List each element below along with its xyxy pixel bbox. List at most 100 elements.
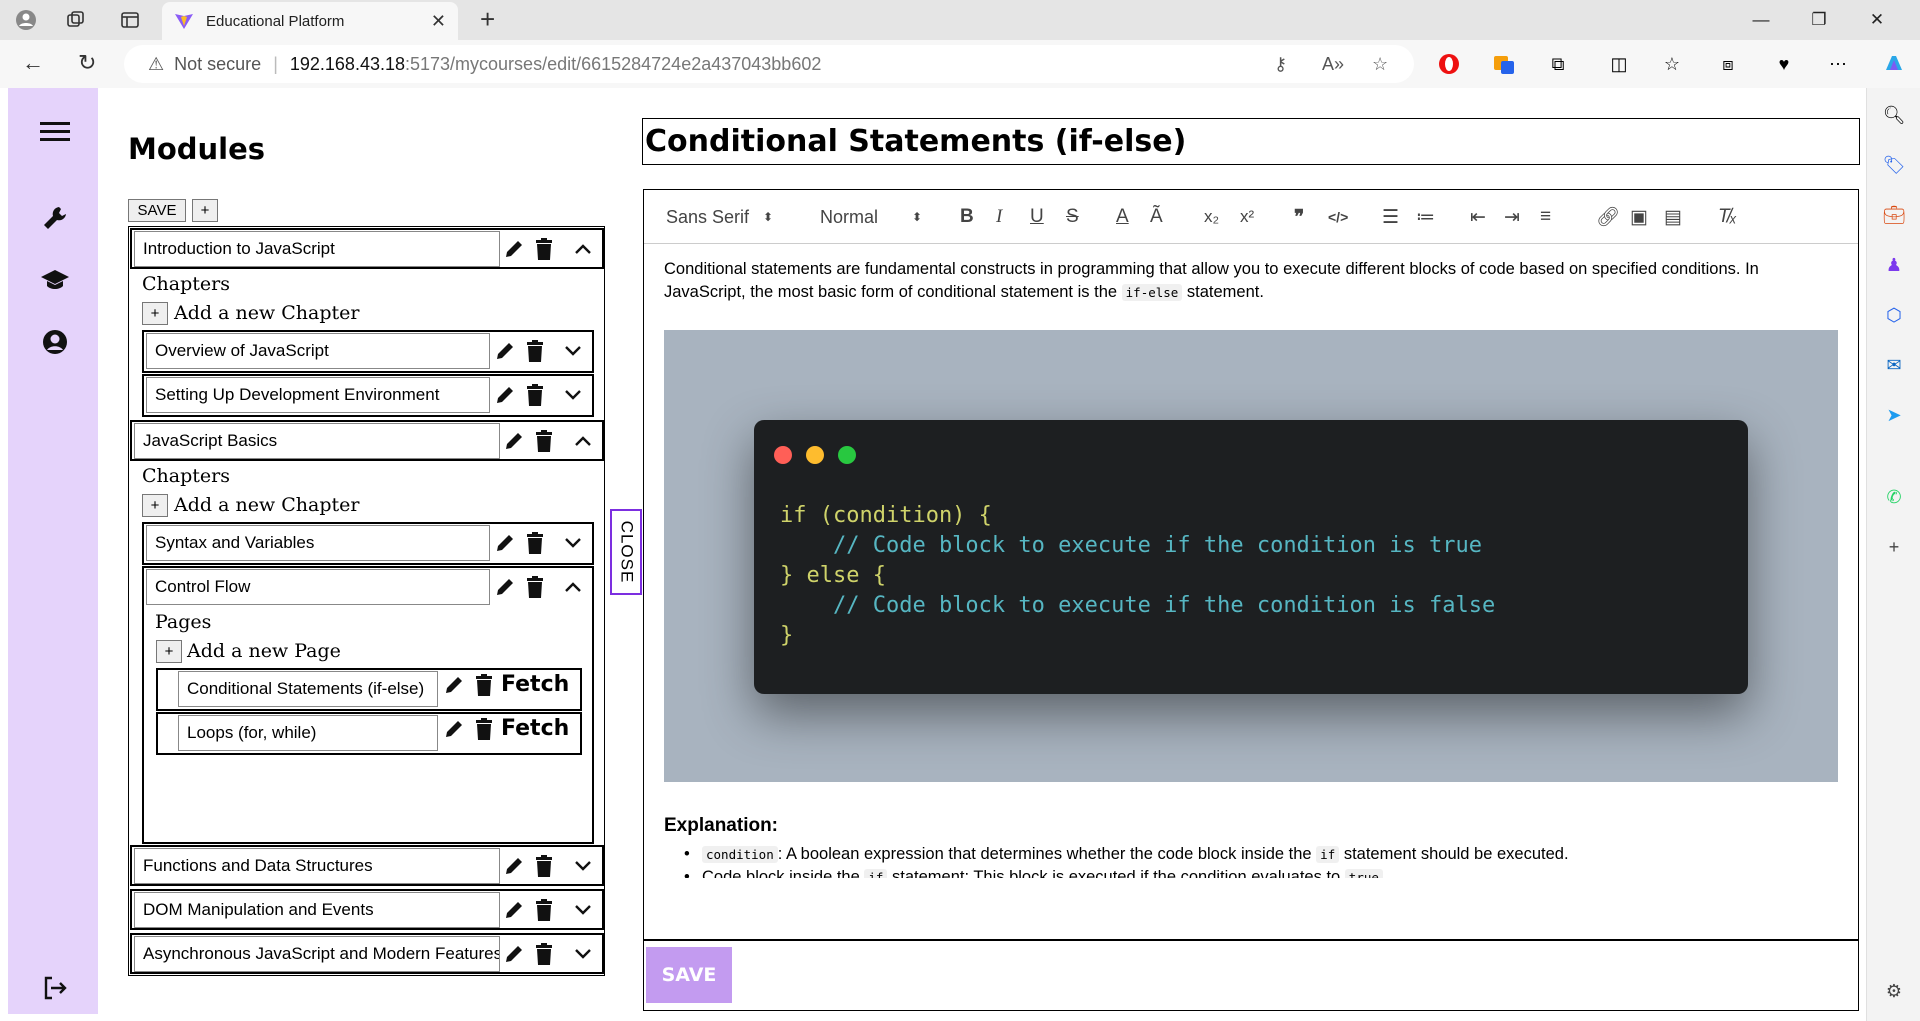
chevron-down-icon[interactable] xyxy=(570,897,596,923)
chapter-name-input[interactable]: Syntax and Variables xyxy=(146,525,490,561)
edit-pencil-icon[interactable] xyxy=(501,236,527,262)
save-page-button[interactable]: SAVE xyxy=(646,947,732,1003)
bullet-list-icon[interactable]: ≔ xyxy=(1416,204,1435,230)
workspaces-icon[interactable] xyxy=(64,8,88,32)
fetch-button[interactable]: Fetch xyxy=(501,716,569,741)
indent-icon[interactable]: ⇥ xyxy=(1504,204,1520,230)
align-icon[interactable]: ≡ xyxy=(1540,204,1551,230)
module-name-input[interactable]: Asynchronous JavaScript and Modern Featu… xyxy=(134,936,500,972)
shopping-tag-icon[interactable]: 🏷︎ xyxy=(1881,152,1907,178)
settings-gear-icon[interactable]: ⚙ xyxy=(1881,978,1907,1004)
add-chapter-button[interactable]: + xyxy=(142,302,168,325)
trash-icon[interactable] xyxy=(522,574,548,600)
send-icon[interactable]: ➤ xyxy=(1881,402,1907,428)
restore-icon[interactable]: ❐ xyxy=(1790,0,1848,40)
graduation-cap-icon[interactable] xyxy=(35,260,75,300)
chevron-down-icon[interactable] xyxy=(570,853,596,879)
trash-icon[interactable] xyxy=(531,853,557,879)
chapter-name-input[interactable]: Control Flow xyxy=(146,569,490,605)
module-name-input[interactable]: JavaScript Basics xyxy=(134,423,500,459)
collections-icon[interactable]: ⧈ xyxy=(1716,52,1740,76)
chevron-down-icon[interactable] xyxy=(560,530,586,556)
module-name-input[interactable]: DOM Manipulation and Events xyxy=(134,892,500,928)
edit-pencil-icon[interactable] xyxy=(492,338,518,364)
extensions-icon[interactable]: ⧉ xyxy=(1546,52,1570,76)
add-page-button[interactable]: + xyxy=(156,640,182,663)
page-name-input[interactable]: Loops (for, while) xyxy=(178,715,438,751)
trash-icon[interactable] xyxy=(522,338,548,364)
blockquote-icon[interactable]: ❞ xyxy=(1294,204,1304,230)
fetch-button[interactable]: Fetch xyxy=(501,672,569,697)
edit-pencil-icon[interactable] xyxy=(501,941,527,967)
video-icon[interactable]: ▤ xyxy=(1664,204,1682,230)
trash-icon[interactable] xyxy=(471,672,497,698)
outdent-icon[interactable]: ⇤ xyxy=(1470,204,1486,230)
code-block-icon[interactable]: </> xyxy=(1328,204,1348,230)
page-title-input[interactable]: Conditional Statements (if-else) xyxy=(642,118,1860,165)
favorites-icon[interactable]: ☆ xyxy=(1660,52,1684,76)
microsoft365-icon[interactable]: ⬡ xyxy=(1881,302,1907,328)
tab-actions-icon[interactable] xyxy=(118,8,142,32)
profile-icon[interactable] xyxy=(14,8,38,32)
browser-tab[interactable]: Educational Platform ✕ xyxy=(162,2,458,40)
link-icon[interactable]: 🔗︎ xyxy=(1596,204,1620,230)
module-name-input[interactable]: Functions and Data Structures xyxy=(134,848,500,884)
strikethrough-icon[interactable]: S xyxy=(1066,204,1079,230)
edit-pencil-icon[interactable] xyxy=(501,853,527,879)
chevron-up-icon[interactable] xyxy=(570,236,596,262)
chevron-down-icon[interactable] xyxy=(560,382,586,408)
trash-icon[interactable] xyxy=(531,941,557,967)
trash-icon[interactable] xyxy=(522,382,548,408)
tools-briefcase-icon[interactable]: 💼︎ xyxy=(1881,202,1907,228)
modules-save-button[interactable]: SAVE xyxy=(128,199,186,222)
trash-icon[interactable] xyxy=(471,716,497,742)
edit-pencil-icon[interactable] xyxy=(501,428,527,454)
editor-content[interactable]: Conditional statements are fundamental c… xyxy=(644,244,1858,878)
italic-icon[interactable]: I xyxy=(996,204,1002,230)
menu-icon[interactable] xyxy=(35,112,75,152)
opera-extension-icon[interactable] xyxy=(1437,52,1461,76)
background-color-icon[interactable]: Ã xyxy=(1150,204,1163,230)
edit-pencil-icon[interactable] xyxy=(441,716,467,742)
chevron-up-icon[interactable] xyxy=(570,428,596,454)
logout-icon[interactable] xyxy=(35,968,75,1008)
whatsapp-icon[interactable]: ✆ xyxy=(1881,484,1907,510)
games-icon[interactable]: ♟ xyxy=(1881,252,1907,278)
chevron-up-icon[interactable] xyxy=(560,574,586,600)
image-icon[interactable]: ▣ xyxy=(1630,204,1648,230)
clear-format-icon[interactable]: T̸ₓ xyxy=(1718,204,1737,230)
close-window-icon[interactable]: ✕ xyxy=(1848,0,1906,40)
text-color-icon[interactable]: A xyxy=(1116,204,1129,230)
ordered-list-icon[interactable]: ☰ xyxy=(1382,204,1399,230)
text-size-select[interactable]: Normal ⬍ xyxy=(820,204,922,230)
chevron-down-icon[interactable] xyxy=(560,338,586,364)
browser-essentials-icon[interactable]: ♥ xyxy=(1772,52,1796,76)
trash-icon[interactable] xyxy=(531,897,557,923)
module-name-input[interactable]: Introduction to JavaScript xyxy=(134,231,500,267)
edit-pencil-icon[interactable] xyxy=(441,672,467,698)
add-chapter-button[interactable]: + xyxy=(142,494,168,517)
edit-pencil-icon[interactable] xyxy=(492,574,518,600)
minimize-icon[interactable]: — xyxy=(1732,0,1790,40)
copilot-icon[interactable] xyxy=(1882,52,1906,76)
trash-icon[interactable] xyxy=(522,530,548,556)
back-icon[interactable]: ← xyxy=(22,50,44,76)
chevron-down-icon[interactable] xyxy=(570,941,596,967)
address-bar[interactable]: ⚠ Not secure | 192.168.43.18:5173/mycour… xyxy=(124,45,1414,83)
page-name-input[interactable]: Conditional Statements (if-else) xyxy=(178,671,438,707)
subscript-icon[interactable]: x₂ xyxy=(1204,204,1219,230)
add-sidebar-app-icon[interactable]: + xyxy=(1881,534,1907,560)
more-options-icon[interactable]: ⋯ xyxy=(1826,52,1850,76)
refresh-icon[interactable]: ↻ xyxy=(78,50,96,76)
edit-pencil-icon[interactable] xyxy=(501,897,527,923)
favorite-star-icon[interactable]: ☆ xyxy=(1372,54,1388,75)
chapter-name-input[interactable]: Setting Up Development Environment xyxy=(146,377,490,413)
key-icon[interactable]: ⚷ xyxy=(1274,54,1287,75)
user-circle-icon[interactable] xyxy=(35,322,75,362)
underline-icon[interactable]: U xyxy=(1030,204,1044,230)
outlook-icon[interactable]: ✉ xyxy=(1881,352,1907,378)
split-screen-icon[interactable]: ◫ xyxy=(1607,52,1631,76)
superscript-icon[interactable]: x² xyxy=(1240,204,1254,230)
translate-extension-icon[interactable] xyxy=(1492,52,1516,76)
font-family-select[interactable]: Sans Serif ⬍ xyxy=(666,204,773,230)
